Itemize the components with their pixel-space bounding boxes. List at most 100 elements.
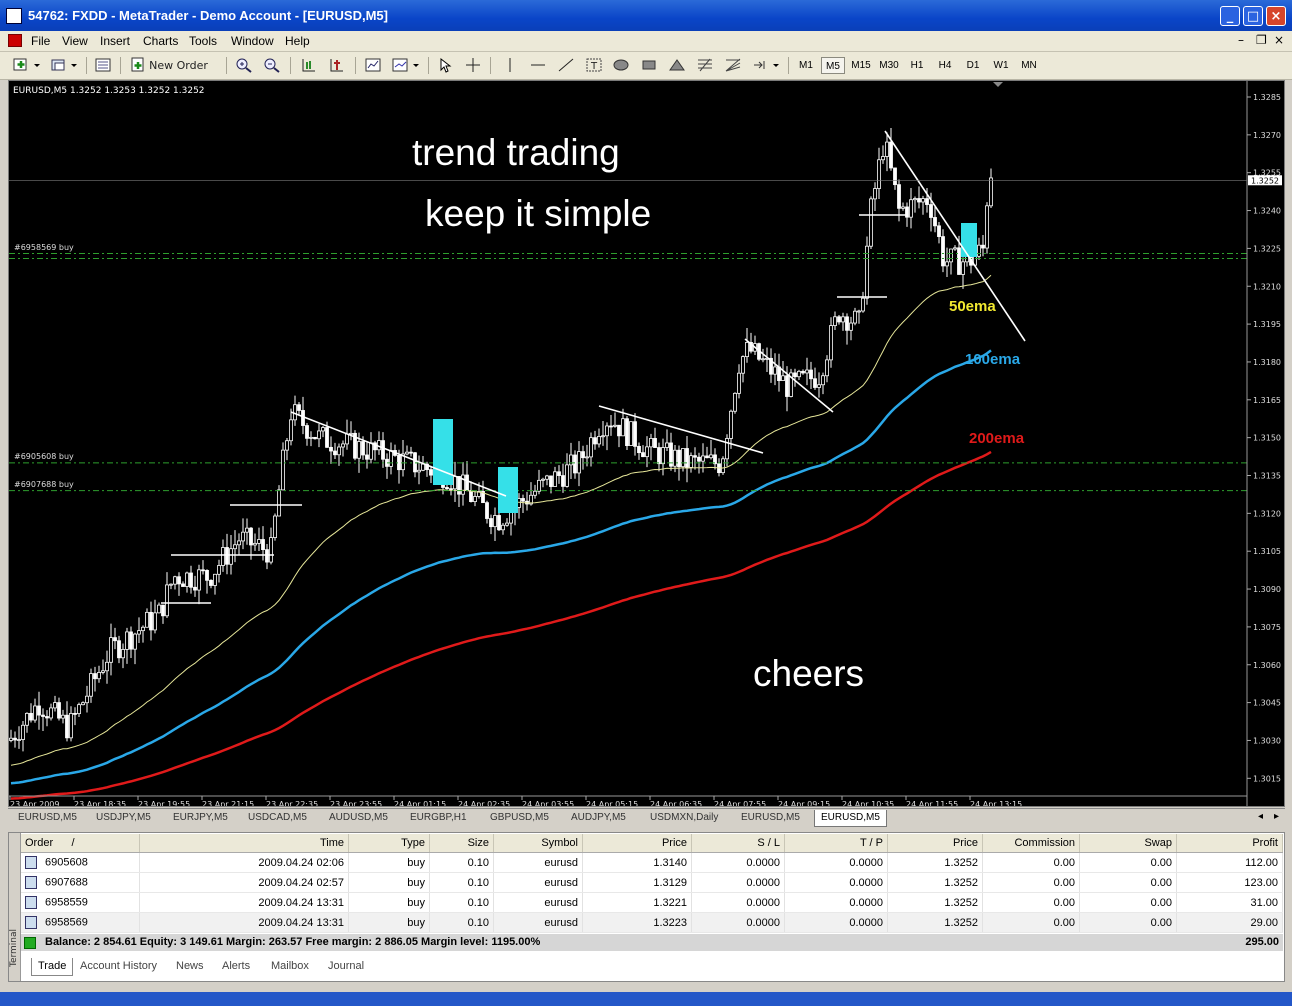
chart-tab-audusd-m5[interactable]: AUDUSD,M5 [329, 810, 388, 826]
menu-help[interactable]: Help [285, 34, 310, 48]
chart-tab-usdjpy-m5[interactable]: USDJPY,M5 [96, 810, 151, 826]
text-tool-icon[interactable]: T [583, 56, 605, 74]
auto-scroll-icon[interactable] [326, 56, 348, 74]
tab-journal[interactable]: Journal [328, 958, 364, 975]
mdi-minimize-icon[interactable]: – [1238, 33, 1244, 47]
chart-tab-usdcad-m5[interactable]: USDCAD,M5 [248, 810, 307, 826]
fibo-fan-icon[interactable] [722, 56, 744, 74]
chart-tab-eurjpy-m5[interactable]: EURJPY,M5 [173, 810, 228, 826]
col-current-price[interactable]: Price [887, 834, 983, 853]
zoom-out-icon[interactable] [261, 56, 283, 74]
tabs-scroll-right-icon[interactable]: ▸ [1274, 811, 1279, 822]
col-price[interactable]: Price [582, 834, 692, 853]
col-profit[interactable]: Profit [1176, 834, 1283, 853]
candle-body [13, 737, 17, 741]
menu-charts[interactable]: Charts [143, 34, 178, 48]
mdi-restore-icon[interactable]: ❐ [1256, 33, 1267, 47]
ellipse-icon[interactable] [610, 56, 632, 74]
tab-account-history[interactable]: Account History [80, 958, 157, 975]
table-row[interactable]: 6907688 2009.04.24 02:57 buy 0.10 eurusd 1.… [21, 872, 1283, 893]
market-watch-icon[interactable] [92, 56, 114, 74]
chart-tab-gbpusd-m5[interactable]: GBPUSD,M5 [490, 810, 549, 826]
chart-tab-eurgbp-h1[interactable]: EURGBP,H1 [410, 810, 467, 826]
candle-body [369, 442, 373, 460]
zoom-in-icon[interactable] [233, 56, 255, 74]
horizontal-line-icon[interactable] [527, 56, 549, 74]
new-chart-icon[interactable] [10, 56, 44, 74]
col-time[interactable]: Time [139, 834, 349, 853]
fibonacci-icon[interactable] [694, 56, 716, 74]
menu-insert[interactable]: Insert [100, 34, 130, 48]
tab-news[interactable]: News [176, 958, 204, 975]
candle-body [405, 451, 409, 455]
indicators-icon[interactable] [362, 56, 384, 74]
candle-body [61, 714, 65, 719]
periodicity-icon[interactable] [390, 56, 422, 74]
candle-body [561, 475, 565, 487]
candle-body [257, 539, 261, 544]
chart-window-icon[interactable] [8, 34, 22, 47]
cursor-icon[interactable] [434, 56, 456, 74]
col-commission[interactable]: Commission [982, 834, 1080, 853]
tab-alerts[interactable]: Alerts [222, 958, 250, 975]
rectangle-icon[interactable] [638, 56, 660, 74]
col-symbol[interactable]: Symbol [493, 834, 583, 853]
timeframe-h4-button[interactable]: H4 [933, 57, 957, 74]
timeframe-m5-button[interactable]: M5 [821, 57, 845, 74]
col-size[interactable]: Size [429, 834, 494, 853]
timeframe-m1-button[interactable]: M1 [794, 57, 818, 74]
tab-mailbox[interactable]: Mailbox [271, 958, 309, 975]
table-row[interactable]: 6905608 2009.04.24 02:06 buy 0.10 eurusd 1.… [21, 852, 1283, 873]
timeframe-d1-button[interactable]: D1 [961, 57, 985, 74]
timeframe-w1-button[interactable]: W1 [989, 57, 1013, 74]
candle-body [253, 542, 257, 546]
table-row[interactable]: 6958569 2009.04.24 13:31 buy 0.10 eurusd 1.… [21, 912, 1283, 933]
candle-body [165, 584, 169, 617]
table-row[interactable]: 6958559 2009.04.24 13:31 buy 0.10 eurusd 1.… [21, 892, 1283, 913]
col-order[interactable]: Order / [21, 834, 140, 853]
candle-body [833, 316, 837, 326]
time-tick-label: 24 Apr 01:15 [394, 800, 446, 806]
chart-shift-icon[interactable] [298, 56, 320, 74]
orders-table: Order / Time Type Size Symbol Price S / … [21, 834, 1283, 933]
candle-body [389, 450, 393, 467]
crosshair-icon[interactable] [462, 56, 484, 74]
chart-tab-eurusd-m5-active[interactable]: EURUSD,M5 [814, 810, 887, 827]
vertical-line-icon[interactable] [500, 56, 520, 74]
candle-body [745, 342, 749, 358]
chart-tab-eurusd-m5-2[interactable]: EURUSD,M5 [741, 810, 800, 826]
new-order-button[interactable]: New Order [128, 56, 210, 74]
timeframe-h1-button[interactable]: H1 [905, 57, 929, 74]
menu-window[interactable]: Window [231, 34, 274, 48]
terminal-side-text: Terminal [9, 928, 20, 968]
mdi-close-icon[interactable]: × [1274, 33, 1284, 47]
chart-tab-usdmxn-daily[interactable]: USDMXN,Daily [650, 810, 718, 826]
terminal-side-label[interactable]: Terminal [9, 833, 21, 981]
chart-tab-audjpy-m5[interactable]: AUDJPY,M5 [571, 810, 626, 826]
menu-tools[interactable]: Tools [189, 34, 217, 48]
minimize-button[interactable]: _ [1220, 6, 1240, 26]
maximize-button[interactable]: □ [1243, 6, 1263, 26]
timeframe-m30-button[interactable]: M30 [877, 57, 901, 74]
timeframe-mn-button[interactable]: MN [1017, 57, 1041, 74]
price-tick-label: 1.3060 [1253, 661, 1281, 670]
timeframe-m15-button[interactable]: M15 [849, 57, 873, 74]
chart-tab-eurusd-m5[interactable]: EURUSD,M5 [18, 810, 77, 826]
price-chart[interactable]: 1.3285 1.3270 1.3255 1.3240 1.3225 1.3210 1.31… [8, 80, 1285, 807]
triangle-icon[interactable] [666, 56, 688, 74]
menu-bar: File View Insert Charts Tools Window Hel… [0, 31, 1292, 52]
candle-body [69, 712, 73, 739]
profiles-icon[interactable] [48, 56, 80, 74]
menu-file[interactable]: File [31, 34, 50, 48]
col-swap[interactable]: Swap [1079, 834, 1177, 853]
tab-trade[interactable]: Trade [31, 958, 74, 976]
close-button[interactable]: × [1266, 6, 1286, 26]
trendline-icon[interactable] [555, 56, 577, 74]
col-tp[interactable]: T / P [784, 834, 888, 853]
menu-view[interactable]: View [62, 34, 88, 48]
chart-canvas[interactable]: 1.32851.32701.32551.32401.32251.32101.31… [9, 81, 1284, 806]
arrows-icon[interactable] [750, 56, 782, 74]
col-sl[interactable]: S / L [691, 834, 785, 853]
col-type[interactable]: Type [348, 834, 430, 853]
tabs-scroll-left-icon[interactable]: ◂ [1258, 811, 1263, 822]
